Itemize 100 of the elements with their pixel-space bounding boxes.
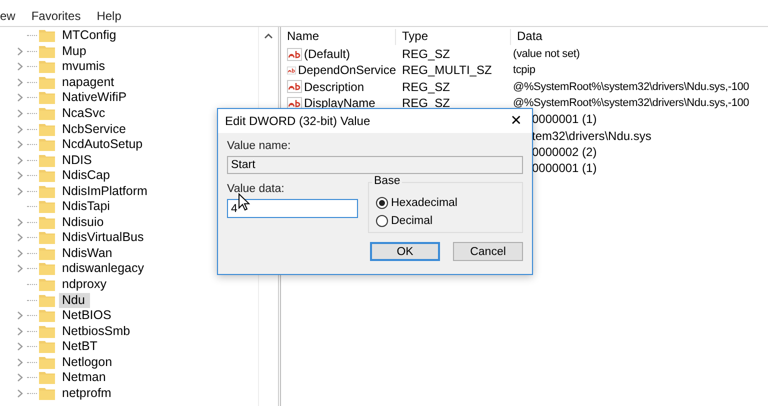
value-name: DependOnService	[298, 63, 396, 78]
expand-chevron-icon[interactable]	[17, 342, 23, 352]
value-data-field[interactable]: 4	[227, 199, 358, 218]
radio-label[interactable]: Decimal	[391, 215, 433, 227]
expand-chevron-icon[interactable]	[17, 186, 23, 196]
column-header[interactable]: Name	[281, 29, 396, 45]
tree-item[interactable]: MTConfig	[59, 28, 122, 44]
folder-icon	[39, 122, 55, 136]
radio-button[interactable]	[376, 215, 388, 227]
folder-icon	[39, 44, 55, 58]
value-type: REG_MULTI_SZ	[401, 63, 493, 78]
value-name-field[interactable]: Start	[227, 156, 523, 174]
expand-chevron-icon[interactable]	[17, 171, 23, 180]
tree-item[interactable]: NdisImPlatform	[59, 184, 152, 199]
value-data: 0000001 (1)	[532, 112, 597, 126]
dialog-title: Edit DWORD (32-bit) Value	[225, 114, 370, 128]
expand-chevron-icon[interactable]	[17, 46, 23, 56]
folder-icon	[39, 91, 55, 104]
group-label: Base	[372, 175, 402, 187]
folder-icon	[39, 169, 55, 182]
folder-icon	[39, 294, 55, 307]
value-data: 0000001 (1)	[532, 161, 597, 176]
tree-item[interactable]: napagent	[59, 74, 120, 90]
expand-chevron-icon[interactable]	[17, 233, 23, 242]
value-data: @%SystemRoot%\system32\drivers\Ndu.sys,-100	[512, 97, 750, 110]
folder-icon	[39, 200, 55, 214]
folder-icon	[39, 29, 55, 42]
tree-item[interactable]: NativeWifiP	[59, 90, 132, 106]
expand-chevron-icon[interactable]	[17, 156, 23, 165]
folder-icon	[39, 386, 55, 400]
field-label: Value name:	[227, 139, 292, 153]
folder-icon	[39, 371, 55, 384]
tree-item[interactable]: NdisVirtualBus	[59, 230, 149, 246]
expand-chevron-icon[interactable]	[17, 358, 23, 367]
expand-chevron-icon[interactable]	[17, 264, 23, 274]
scroll-up-icon[interactable]	[264, 33, 273, 39]
folder-icon	[39, 184, 55, 198]
string-value-icon	[287, 80, 302, 94]
tree-item[interactable]: NetBT	[59, 339, 102, 354]
column-header[interactable]: Type	[396, 29, 511, 45]
expand-chevron-icon[interactable]	[17, 311, 23, 320]
radio-button[interactable]	[376, 197, 388, 209]
value-data: 0000002 (2)	[532, 144, 597, 159]
folder-icon	[39, 76, 55, 89]
radio-label[interactable]: Hexadecimal	[391, 197, 458, 209]
expand-chevron-icon[interactable]	[17, 109, 23, 118]
folder-icon	[39, 231, 55, 244]
menu-item[interactable]: Help	[96, 8, 122, 24]
tree-item[interactable]: NetbiosSmb	[59, 324, 136, 339]
tree-item[interactable]: NDIS	[59, 152, 97, 168]
folder-icon	[39, 340, 55, 354]
menu-item[interactable]: ew	[0, 8, 16, 24]
tree-item[interactable]: NcdAutoSetup	[59, 137, 148, 152]
tree-item[interactable]: NcbService	[59, 122, 131, 137]
expand-chevron-icon[interactable]	[17, 218, 23, 227]
dialog-button[interactable]: OK	[370, 242, 440, 261]
folder-icon	[39, 154, 55, 167]
expand-chevron-icon[interactable]	[17, 78, 23, 87]
tree-item[interactable]: Ndisuio	[59, 214, 109, 230]
tree-item[interactable]: NdisCap	[59, 168, 115, 184]
folder-icon	[39, 107, 55, 120]
tree-item[interactable]: NetBIOS	[59, 308, 116, 324]
close-button[interactable]: ✕	[500, 109, 532, 133]
expand-chevron-icon[interactable]	[17, 373, 23, 382]
tree-item[interactable]: ndiswanlegacy	[59, 261, 149, 276]
tree-item[interactable]: Netman	[59, 370, 111, 386]
expand-chevron-icon[interactable]	[17, 248, 23, 258]
folder-icon	[39, 138, 55, 152]
field-label: Value data:	[227, 182, 286, 196]
value-name: DisplayName	[304, 96, 376, 110]
value-name: (Default)	[304, 47, 350, 62]
value-data: tem32\drivers\Ndu.sys	[532, 128, 652, 143]
expand-chevron-icon[interactable]	[17, 93, 23, 102]
dialog-button[interactable]: Cancel	[453, 242, 523, 261]
folder-icon	[39, 60, 55, 74]
folder-icon	[39, 246, 55, 260]
folder-icon	[39, 309, 55, 322]
expand-chevron-icon[interactable]	[17, 124, 23, 134]
expand-chevron-icon[interactable]	[17, 140, 23, 150]
tree-item[interactable]: netprofm	[59, 386, 116, 401]
tree-item[interactable]: mvumis	[59, 59, 110, 74]
folder-icon	[39, 262, 55, 276]
tree-item[interactable]: NdisWan	[59, 246, 118, 261]
folder-icon	[39, 216, 55, 229]
expand-chevron-icon[interactable]	[17, 388, 23, 398]
tree-item[interactable]: Ndu	[59, 292, 90, 308]
tree-item[interactable]: ndproxy	[59, 277, 112, 292]
menu-item[interactable]: Favorites	[31, 8, 81, 24]
expand-chevron-icon[interactable]	[17, 62, 23, 72]
value-type: REG_SZ	[401, 80, 452, 94]
tree-item[interactable]: Netlogon	[59, 354, 118, 370]
value-data: (value not set)	[512, 48, 580, 60]
tree-item[interactable]: NdisTapi	[59, 199, 115, 214]
value-data: @%SystemRoot%\system32\drivers\Ndu.sys,-100	[512, 80, 750, 93]
expand-chevron-icon[interactable]	[17, 326, 23, 336]
tree-item[interactable]: NcaSvc	[59, 106, 110, 121]
column-header[interactable]: Data	[511, 29, 542, 45]
mouse-cursor-icon	[238, 193, 250, 211]
tree-item[interactable]: Mup	[59, 44, 92, 59]
folder-icon	[39, 356, 55, 369]
